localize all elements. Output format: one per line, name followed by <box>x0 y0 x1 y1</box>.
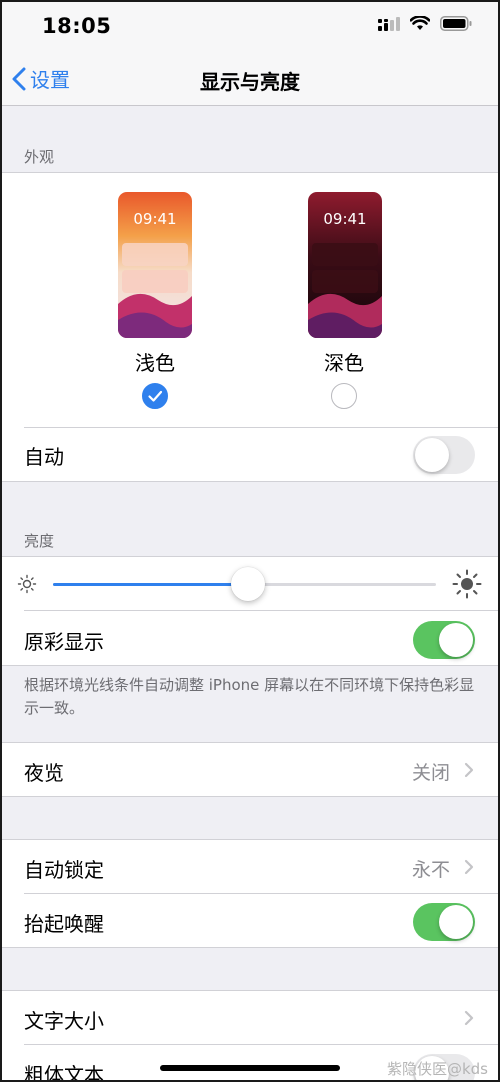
bold-text-label: 粗体文本 <box>24 1063 104 1082</box>
night-shift-value: 关闭 <box>411 762 450 784</box>
true-tone-label: 原彩显示 <box>24 630 104 654</box>
brightness-header: 亮度 <box>24 532 55 550</box>
home-indicator[interactable] <box>160 1065 340 1071</box>
toggle-knob <box>439 623 473 657</box>
row-divider <box>24 427 500 428</box>
toggle-knob <box>439 905 473 939</box>
light-mode-option[interactable]: 09:41 浅色 <box>110 187 200 411</box>
brightness-slider[interactable] <box>53 567 436 601</box>
auto-lock-value: 永不 <box>411 859 450 881</box>
chevron-right-icon <box>464 762 474 778</box>
light-preview-time: 09:41 <box>133 210 177 228</box>
raise-to-wake-toggle[interactable] <box>413 903 475 941</box>
auto-lock-row[interactable]: 自动锁定 永不 <box>0 840 500 894</box>
status-time: 18:05 <box>42 14 112 38</box>
sun-small-icon <box>17 574 37 594</box>
navigation-bar: 设置 显示与亮度 <box>0 52 500 106</box>
page-title: 显示与亮度 <box>200 70 300 94</box>
chevron-right-icon <box>464 1010 474 1026</box>
auto-appearance-label: 自动 <box>24 445 64 469</box>
wifi-icon <box>410 16 430 30</box>
light-mode-radio[interactable] <box>142 383 168 409</box>
toggle-knob <box>415 438 449 472</box>
brightness-group: 原彩显示 <box>0 556 500 666</box>
true-tone-description: 根据环境光线条件自动调整 iPhone 屏幕以在不同环境下保持色彩显示一致。 <box>24 676 475 717</box>
dark-mode-radio[interactable] <box>331 383 357 409</box>
cellular-signal-icon <box>378 16 400 31</box>
row-divider <box>24 610 500 611</box>
status-icons <box>378 16 472 31</box>
dark-mode-option[interactable]: 09:41 深色 <box>299 187 389 411</box>
lock-group: 自动锁定 永不 抬起唤醒 <box>0 839 500 948</box>
auto-lock-label: 自动锁定 <box>24 858 104 882</box>
light-mode-preview: 09:41 <box>118 192 192 338</box>
watermark: 紫隐侠医@kds <box>386 1060 488 1078</box>
text-size-label: 文字大小 <box>24 1009 104 1033</box>
appearance-group: 09:41 浅色 09:41 深色 自动 <box>0 172 500 482</box>
dark-mode-preview: 09:41 <box>308 192 382 338</box>
brightness-slider-row <box>0 557 500 611</box>
light-mode-label: 浅色 <box>135 351 175 375</box>
true-tone-row: 原彩显示 <box>0 612 500 666</box>
dark-mode-label: 深色 <box>324 351 364 375</box>
appearance-header: 外观 <box>24 148 55 166</box>
night-shift-row[interactable]: 夜览 关闭 <box>0 743 500 797</box>
raise-to-wake-label: 抬起唤醒 <box>24 912 104 936</box>
true-tone-toggle[interactable] <box>413 621 475 659</box>
status-bar: 18:05 <box>0 0 500 52</box>
auto-appearance-row: 自动 <box>0 427 500 481</box>
auto-appearance-toggle[interactable] <box>413 436 475 474</box>
text-size-row[interactable]: 文字大小 <box>0 991 500 1045</box>
chevron-right-icon <box>464 859 474 875</box>
dark-preview-time: 09:41 <box>323 210 367 228</box>
checkmark-icon <box>147 390 162 402</box>
brightness-slider-thumb[interactable] <box>231 567 266 601</box>
sun-large-icon <box>452 569 482 599</box>
battery-icon <box>440 16 472 31</box>
raise-to-wake-row: 抬起唤醒 <box>0 894 500 948</box>
night-shift-label: 夜览 <box>24 761 64 785</box>
brightness-slider-fill <box>53 583 249 586</box>
night-shift-group: 夜览 关闭 <box>0 742 500 797</box>
